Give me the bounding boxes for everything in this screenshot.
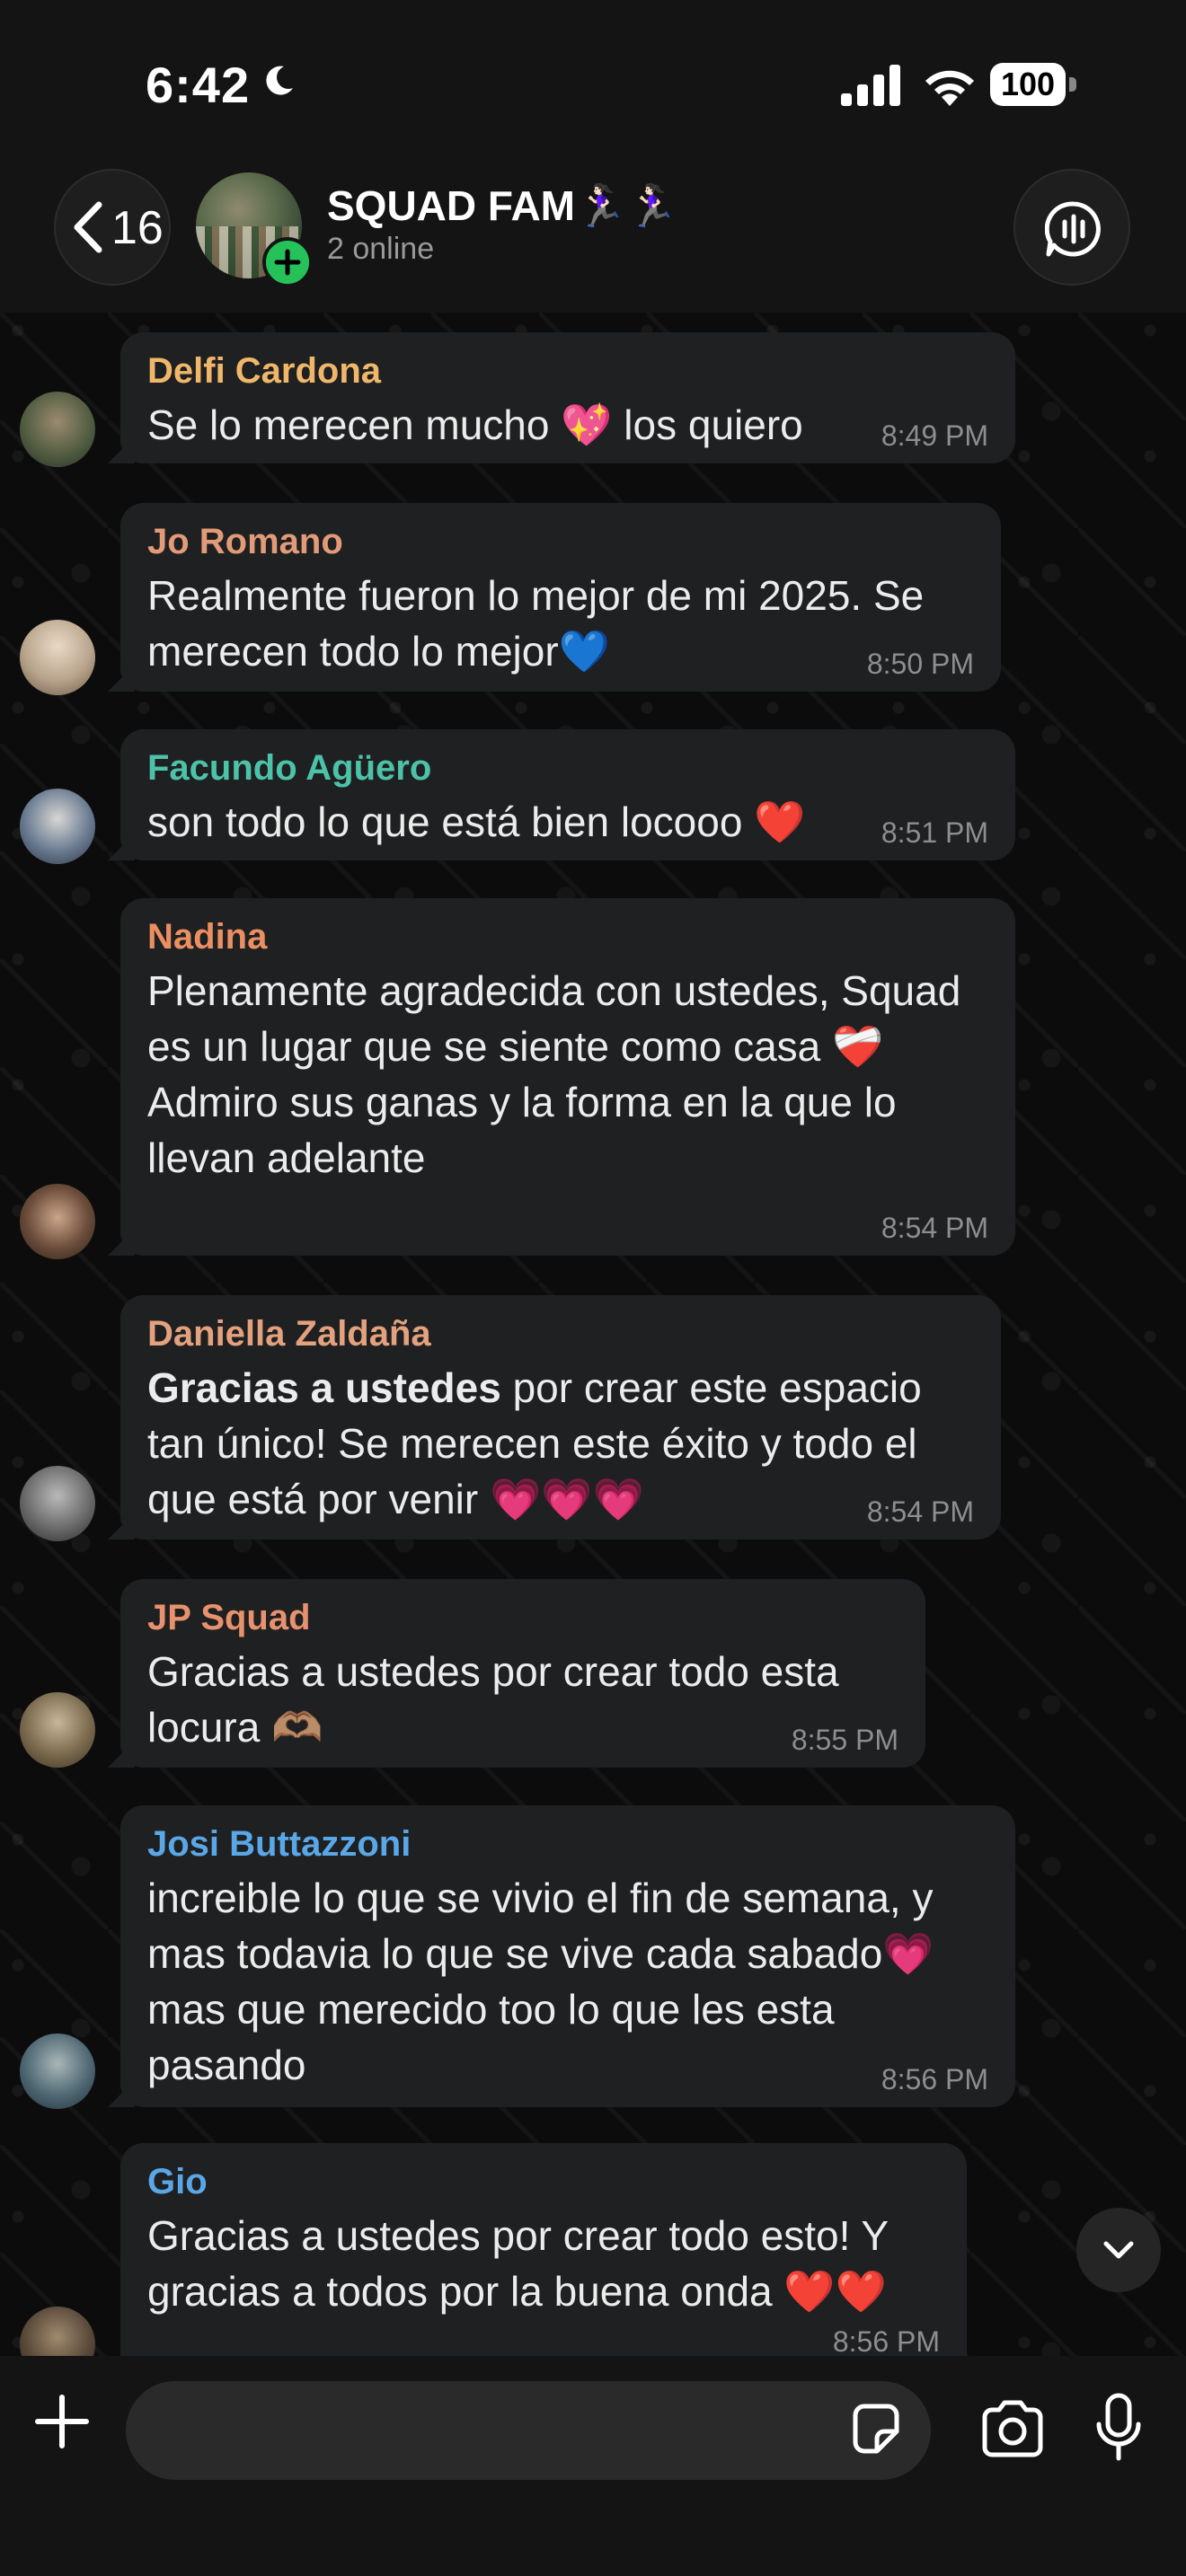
moon-icon <box>266 66 293 95</box>
message-bubble[interactable]: JP Squad Gracias a ustedes por crear tod… <box>108 1579 925 1768</box>
message-bubble[interactable]: Josi Buttazzoni increible lo que se vivi… <box>108 1805 1015 2107</box>
message-time: 8:49 PM <box>881 419 988 452</box>
message-bubble[interactable]: Jo Romano Realmente fueron lo mejor de m… <box>108 503 1001 692</box>
message-text: Gracias a ustedes por crear este espacio… <box>147 1360 974 1527</box>
message-bubble[interactable]: Daniella Zaldaña Gracias a ustedes por c… <box>108 1295 1001 1539</box>
message-text: Gracias a ustedes por crear todo esta lo… <box>147 1648 839 1751</box>
clock: 6:42 <box>146 57 251 113</box>
plus-icon[interactable] <box>32 2392 92 2451</box>
message-text: Plenamente agradecida con ustedes, Squad… <box>147 967 961 1070</box>
message-bubble[interactable]: Delfi Cardona Se lo merecen mucho 💖 los … <box>108 332 1015 463</box>
message-bubble[interactable]: Facundo Agüero son todo lo que está bien… <box>108 729 1015 860</box>
message-text: Admiro sus ganas y la forma en la que lo… <box>147 1079 897 1181</box>
battery-tip <box>1069 77 1076 92</box>
battery-level: 100 <box>990 63 1066 106</box>
chat-header: 16 SQUAD FAM🏃🏻‍♀️🏃🏻‍♀️ 2 online <box>0 162 1186 313</box>
message-time: 8:54 PM <box>866 1495 974 1528</box>
message-input[interactable] <box>126 2381 931 2480</box>
chevron-down-icon <box>1103 2241 1134 2259</box>
status-bar: 6:42 100 <box>0 0 1186 162</box>
sender-name[interactable]: Nadina <box>147 916 988 957</box>
message-text: son todo lo que está bien locooo ❤️ <box>147 798 806 845</box>
group-name[interactable]: SQUAD FAM🏃🏻‍♀️🏃🏻‍♀️ <box>327 181 678 231</box>
sender-name[interactable]: Josi Buttazzoni <box>147 1823 988 1865</box>
bold-text: Gracias a ustedes <box>147 1364 501 1411</box>
avatar[interactable] <box>20 1466 95 1541</box>
message-text: Se lo merecen mucho 💖 los quiero <box>147 401 803 448</box>
avatar[interactable] <box>20 620 95 695</box>
back-button[interactable]: 16 <box>54 169 171 286</box>
sender-name[interactable]: Jo Romano <box>147 521 974 562</box>
sender-name[interactable]: Daniella Zaldaña <box>147 1313 974 1354</box>
message-text: Gracias a ustedes por crear todo esto! Y… <box>147 2212 889 2315</box>
sender-name[interactable]: Delfi Cardona <box>147 350 988 392</box>
online-status: 2 online <box>327 232 435 266</box>
wifi-icon <box>925 70 974 106</box>
voice-chat-icon <box>1045 201 1101 257</box>
message-text: increible lo que se vivio el fin de sema… <box>147 1875 934 2088</box>
message-text: Realmente fueron lo mejor de mi 2025. Se… <box>147 572 925 675</box>
message-composer <box>0 2356 1186 2576</box>
message-time: 8:56 PM <box>832 2325 940 2358</box>
avatar[interactable] <box>20 1184 95 1259</box>
message-time: 8:56 PM <box>881 2063 988 2095</box>
sender-name[interactable]: Gio <box>147 2161 940 2202</box>
signal-icon <box>841 65 900 106</box>
sticker-icon[interactable] <box>848 2403 902 2457</box>
message-bubble[interactable]: Nadina Plenamente agradecida con ustedes… <box>108 898 1015 1256</box>
message-bubble[interactable]: Gio Gracias a ustedes por crear todo est… <box>120 2143 967 2384</box>
avatar[interactable] <box>20 2033 95 2109</box>
sender-name[interactable]: Facundo Agüero <box>147 747 988 789</box>
scroll-to-bottom-button[interactable] <box>1076 2208 1161 2292</box>
chevron-left-icon <box>74 201 102 253</box>
voice-chat-button[interactable] <box>1013 169 1130 286</box>
sender-name[interactable]: JP Squad <box>147 1597 898 1638</box>
message-time: 8:54 PM <box>881 1212 988 1244</box>
battery-indicator: 100 <box>990 63 1076 106</box>
microphone-icon[interactable] <box>1094 2392 1143 2464</box>
avatar[interactable] <box>20 1692 95 1768</box>
unread-count: 16 <box>111 202 164 254</box>
camera-icon[interactable] <box>979 2397 1046 2460</box>
plus-badge-icon[interactable] <box>262 237 313 287</box>
avatar[interactable] <box>20 392 95 467</box>
message-time: 8:50 PM <box>866 648 974 680</box>
avatar[interactable] <box>20 789 95 864</box>
message-time: 8:55 PM <box>791 1724 898 1756</box>
message-time: 8:51 PM <box>881 816 988 849</box>
